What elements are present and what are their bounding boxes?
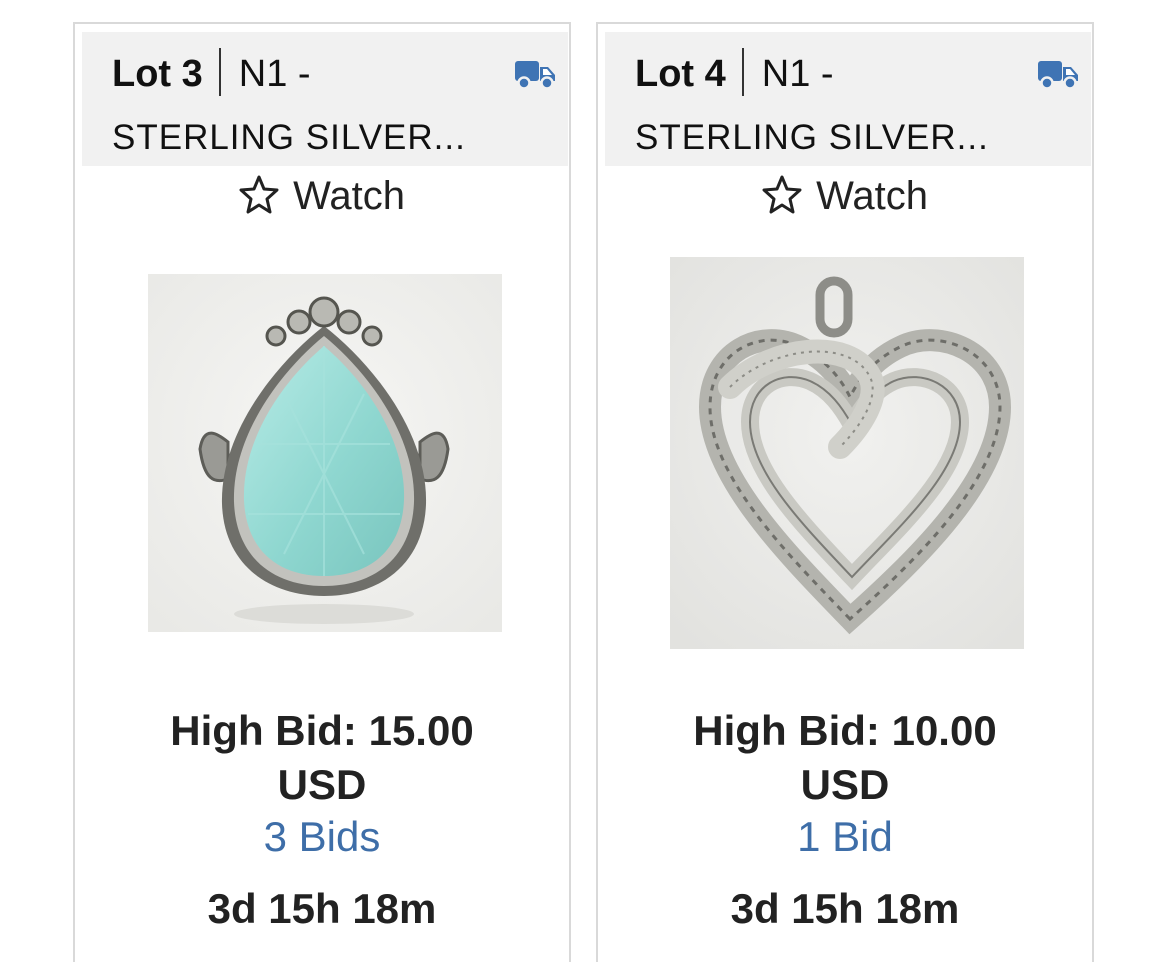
lot-card[interactable]: Lot 4 N1 - STERLING SILVER... Watch High…	[596, 22, 1094, 962]
star-outline-icon	[762, 175, 802, 214]
high-bid-amount: High Bid: 10.00	[693, 707, 997, 754]
high-bid-amount: High Bid: 15.00	[170, 707, 474, 754]
divider	[218, 47, 221, 96]
watch-button[interactable]: Watch	[598, 168, 1092, 224]
lot-code[interactable]: N1 -	[239, 53, 311, 95]
bids-link[interactable]: 3 Bids	[75, 810, 569, 864]
lot-header: Lot 3 N1 - STERLING SILVER...	[82, 32, 568, 166]
high-bid-currency: USD	[277, 761, 367, 808]
lot-card[interactable]: Lot 3 N1 - STERLING SILVER... Watch High…	[73, 22, 571, 962]
watch-label: Watch	[816, 174, 928, 218]
lot-number[interactable]: Lot 4	[635, 53, 726, 95]
lot-code[interactable]: N1 -	[762, 53, 834, 95]
high-bid-currency: USD	[800, 761, 890, 808]
time-remaining: 3d 15h 18m	[207, 885, 437, 932]
divider	[741, 47, 744, 96]
time-remaining: 3d 15h 18m	[730, 885, 960, 932]
high-bid: High Bid: 15.00 USD	[75, 704, 569, 812]
lot-image[interactable]	[670, 257, 1024, 649]
lot-image[interactable]	[148, 274, 502, 632]
bids-link[interactable]: 1 Bid	[598, 810, 1092, 864]
lot-title[interactable]: STERLING SILVER...	[112, 114, 466, 162]
lot-title[interactable]: STERLING SILVER...	[635, 114, 989, 162]
lot-number[interactable]: Lot 3	[112, 53, 203, 95]
lot-title-line[interactable]: Lot 3 N1 -	[112, 46, 311, 102]
watch-label: Watch	[293, 174, 405, 218]
star-outline-icon	[239, 175, 279, 214]
watch-button[interactable]: Watch	[75, 168, 569, 224]
truck-icon	[515, 61, 555, 90]
lot-header: Lot 4 N1 - STERLING SILVER...	[605, 32, 1091, 166]
truck-icon	[1038, 61, 1078, 90]
lot-title-line[interactable]: Lot 4 N1 -	[635, 46, 834, 102]
high-bid: High Bid: 10.00 USD	[598, 704, 1092, 812]
